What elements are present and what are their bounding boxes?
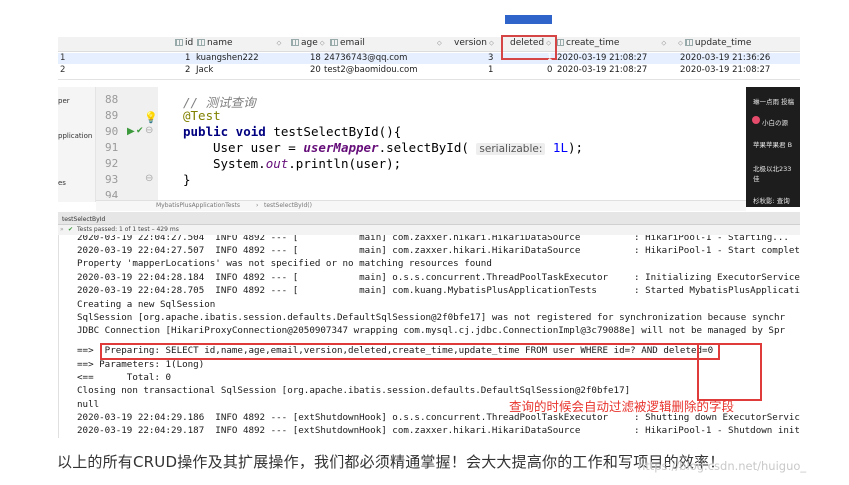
cell-age[interactable]: 18 <box>310 53 321 63</box>
test-status-bar: » ✔ Tests passed: 1 of 1 test – 429 ms <box>58 225 800 235</box>
deleted-condition-highlight-box <box>697 343 762 401</box>
annotation-note: 查询的时候会自动过滤被逻辑删除的字段 <box>509 399 735 414</box>
code-text: ); <box>567 140 584 155</box>
table-header: id name ⬦ age ⬦ email ⬦ version ⬦ deleted ⬦ c… <box>58 37 800 52</box>
column-icon <box>684 39 693 46</box>
code-field: out <box>265 156 289 171</box>
code-text: .selectById( <box>378 140 469 155</box>
project-tree-item[interactable]: es <box>58 179 66 187</box>
cell-deleted[interactable]: 1 <box>547 53 552 63</box>
code-text: System. <box>213 156 266 171</box>
code-keyword: public void <box>183 124 266 139</box>
cell-id[interactable]: 2 <box>185 65 190 75</box>
column-header-email[interactable]: email ⬦ <box>330 38 442 48</box>
cell-email[interactable]: test2@baomidou.com <box>324 65 418 75</box>
check-icon: ✔ <box>68 226 74 233</box>
cell-version[interactable]: 1 <box>488 65 493 75</box>
code-line-90[interactable]: public void testSelectById(){ <box>183 124 401 139</box>
run-tab-bar: testSelectById × <box>58 212 800 225</box>
run-test-icon[interactable]: ▶ <box>127 126 135 137</box>
line-number: 94 <box>105 189 119 198</box>
code-text: } <box>183 172 191 187</box>
column-header-create-time[interactable]: create_time ⬦ <box>556 38 666 48</box>
cell-name[interactable]: Jack <box>196 65 213 75</box>
fold-icon[interactable]: ⊖ <box>145 173 153 184</box>
code-field: userMapper <box>303 140 379 155</box>
column-icon <box>175 39 183 46</box>
code-text: .println(user); <box>288 156 402 171</box>
cell-create-time[interactable]: 2020-03-19 21:08:27 <box>557 53 647 63</box>
code-text: User user = <box>213 140 304 155</box>
editor-gutter: 88 89 90 91 92 93 94 💡 ▶ ✔ ⊖ ⊖ <box>96 87 158 200</box>
project-tree-item[interactable]: pplication <box>58 132 92 140</box>
code-line-92[interactable]: System.out.println(user); <box>213 156 401 171</box>
column-header-update-time[interactable]: ⬦ update_time <box>678 38 751 48</box>
chat-line: 佳 <box>753 175 760 183</box>
column-header-name[interactable]: name ⬦ <box>197 38 281 48</box>
test-status-text: Tests passed: 1 of 1 test – 429 ms <box>77 226 179 233</box>
cell-version[interactable]: 3 <box>488 53 493 63</box>
cell-create-time[interactable]: 2020-03-19 21:08:27 <box>557 65 647 75</box>
pass-check-icon: ✔ <box>136 126 144 136</box>
code-editor[interactable]: // 测试查询 @Test public void testSelectById… <box>158 87 745 200</box>
chat-line: 北极以北233 <box>753 165 792 173</box>
breadcrumb-separator: › <box>256 202 259 209</box>
watermark: https://blog.csdn.net/huiguo_ <box>638 459 807 473</box>
code-line-93[interactable]: } <box>183 172 191 187</box>
cell-id[interactable]: 1 <box>185 53 190 63</box>
table-row[interactable]: 1 1 kuangshen222 18 24736743@qq.com 3 1 … <box>58 53 800 64</box>
article-paragraph: 以上的所有CRUD操作及其扩展操作，我们都必须精通掌握！会大大提高你的工作和写项… <box>57 453 725 471</box>
parameter-hint: serializable: <box>476 143 546 155</box>
deleted-cell-selection <box>505 15 552 24</box>
line-number: 92 <box>105 157 119 170</box>
column-header-version[interactable]: version ⬦ <box>454 38 494 48</box>
column-icon <box>197 39 205 46</box>
column-icon <box>556 39 564 46</box>
collapse-icon[interactable]: » <box>60 226 64 233</box>
cell-email[interactable]: 24736743@qq.com <box>324 53 407 63</box>
avatar <box>752 116 760 124</box>
chat-overlay-panel: 琳一点雨 投稿 小白の源 苹果苹果君 B 北极以北233 佳 杉秋影: 查询 <box>746 87 800 207</box>
breadcrumb: MybatisPlusApplicationTests › testSelect… <box>96 200 746 211</box>
project-tree-item[interactable]: per <box>58 97 70 105</box>
chat-line: 苹果苹果君 B <box>753 141 793 149</box>
chat-line: 杉秋影: 查询 <box>753 197 790 205</box>
column-header-age[interactable]: age ⬦ <box>291 38 325 48</box>
row-number: 2 <box>60 65 66 75</box>
code-annotation: @Test <box>183 108 221 123</box>
code-text: testSelectById(){ <box>265 124 402 139</box>
column-header-id[interactable]: id <box>175 38 193 48</box>
column-icon <box>330 39 338 46</box>
close-icon[interactable]: × <box>62 216 67 223</box>
cell-name[interactable]: kuangshen222 <box>196 53 259 63</box>
cell-deleted[interactable]: 0 <box>547 65 552 75</box>
cell-update-time[interactable]: 2020-03-19 21:08:27 <box>680 65 770 75</box>
breadcrumb-item[interactable]: testSelectById() <box>264 202 312 209</box>
breadcrumb-item[interactable]: MybatisPlusApplicationTests <box>156 202 240 209</box>
cell-age[interactable]: 20 <box>310 65 321 75</box>
chat-line: 小白の源 <box>762 119 788 127</box>
table-row[interactable]: 2 2 Jack 20 test2@baomidou.com 1 0 2020-… <box>58 65 800 76</box>
cell-update-time[interactable]: 2020-03-19 21:36:26 <box>680 53 770 63</box>
line-number: 89 <box>105 109 119 122</box>
chat-line: 琳一点雨 投稿 <box>753 98 795 106</box>
line-number: 93 <box>105 173 119 186</box>
column-icon <box>291 39 299 46</box>
code-line-89[interactable]: @Test <box>183 108 221 123</box>
db-result-table: id name ⬦ age ⬦ email ⬦ version ⬦ deleted ⬦ c… <box>58 37 800 80</box>
line-number: 91 <box>105 141 119 154</box>
line-number: 90 <box>105 125 119 138</box>
project-tree-panel[interactable]: per pplication es <box>58 87 96 202</box>
line-number: 88 <box>105 93 119 106</box>
code-line-91[interactable]: User user = userMapper.selectById( seria… <box>213 140 583 155</box>
code-number: 1L <box>552 140 568 155</box>
bulb-icon[interactable]: 💡 <box>144 111 158 124</box>
row-number: 1 <box>60 53 66 63</box>
fold-icon[interactable]: ⊖ <box>145 125 153 136</box>
sql-highlight-box <box>100 343 720 360</box>
